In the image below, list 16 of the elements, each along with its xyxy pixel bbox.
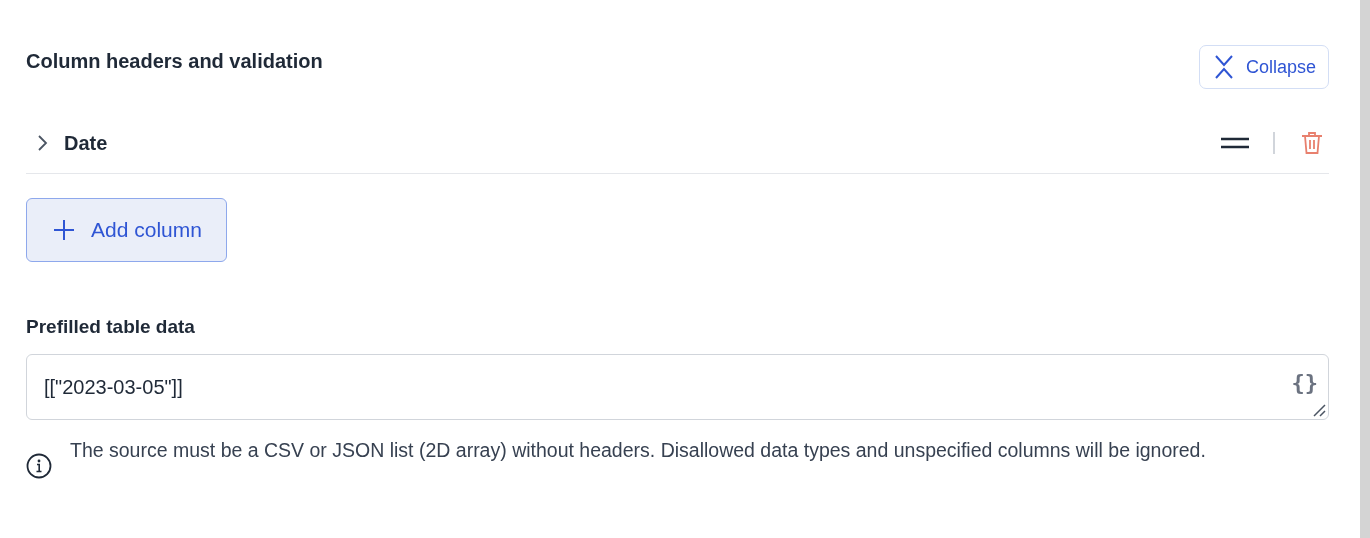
resize-grip-icon[interactable]: [1312, 403, 1326, 417]
json-input-field[interactable]: [["2023-03-05"]] {}: [26, 354, 1329, 420]
column-name[interactable]: Date: [64, 131, 1221, 155]
field-label: Prefilled table data: [26, 316, 196, 338]
section-title: Column headers and validation: [26, 50, 323, 73]
collapse-icon: [1213, 54, 1234, 80]
help-text: The source must be a CSV or JSON list (2D array) without headers. Disallowed data types and unspecified columns will be ignored.: [70, 438, 1206, 463]
braces-icon[interactable]: {}: [1291, 369, 1318, 395]
drag-handle-icon[interactable]: [1221, 137, 1249, 149]
info-icon: [26, 453, 52, 479]
add-column-button[interactable]: Add column: [26, 198, 227, 262]
chevron-icon[interactable]: [36, 133, 50, 153]
scrollbar[interactable]: [1360, 0, 1370, 538]
trash-icon[interactable]: [1301, 131, 1323, 155]
collapse-button[interactable]: Collapse: [1198, 45, 1329, 89]
plus-icon: [53, 219, 75, 241]
